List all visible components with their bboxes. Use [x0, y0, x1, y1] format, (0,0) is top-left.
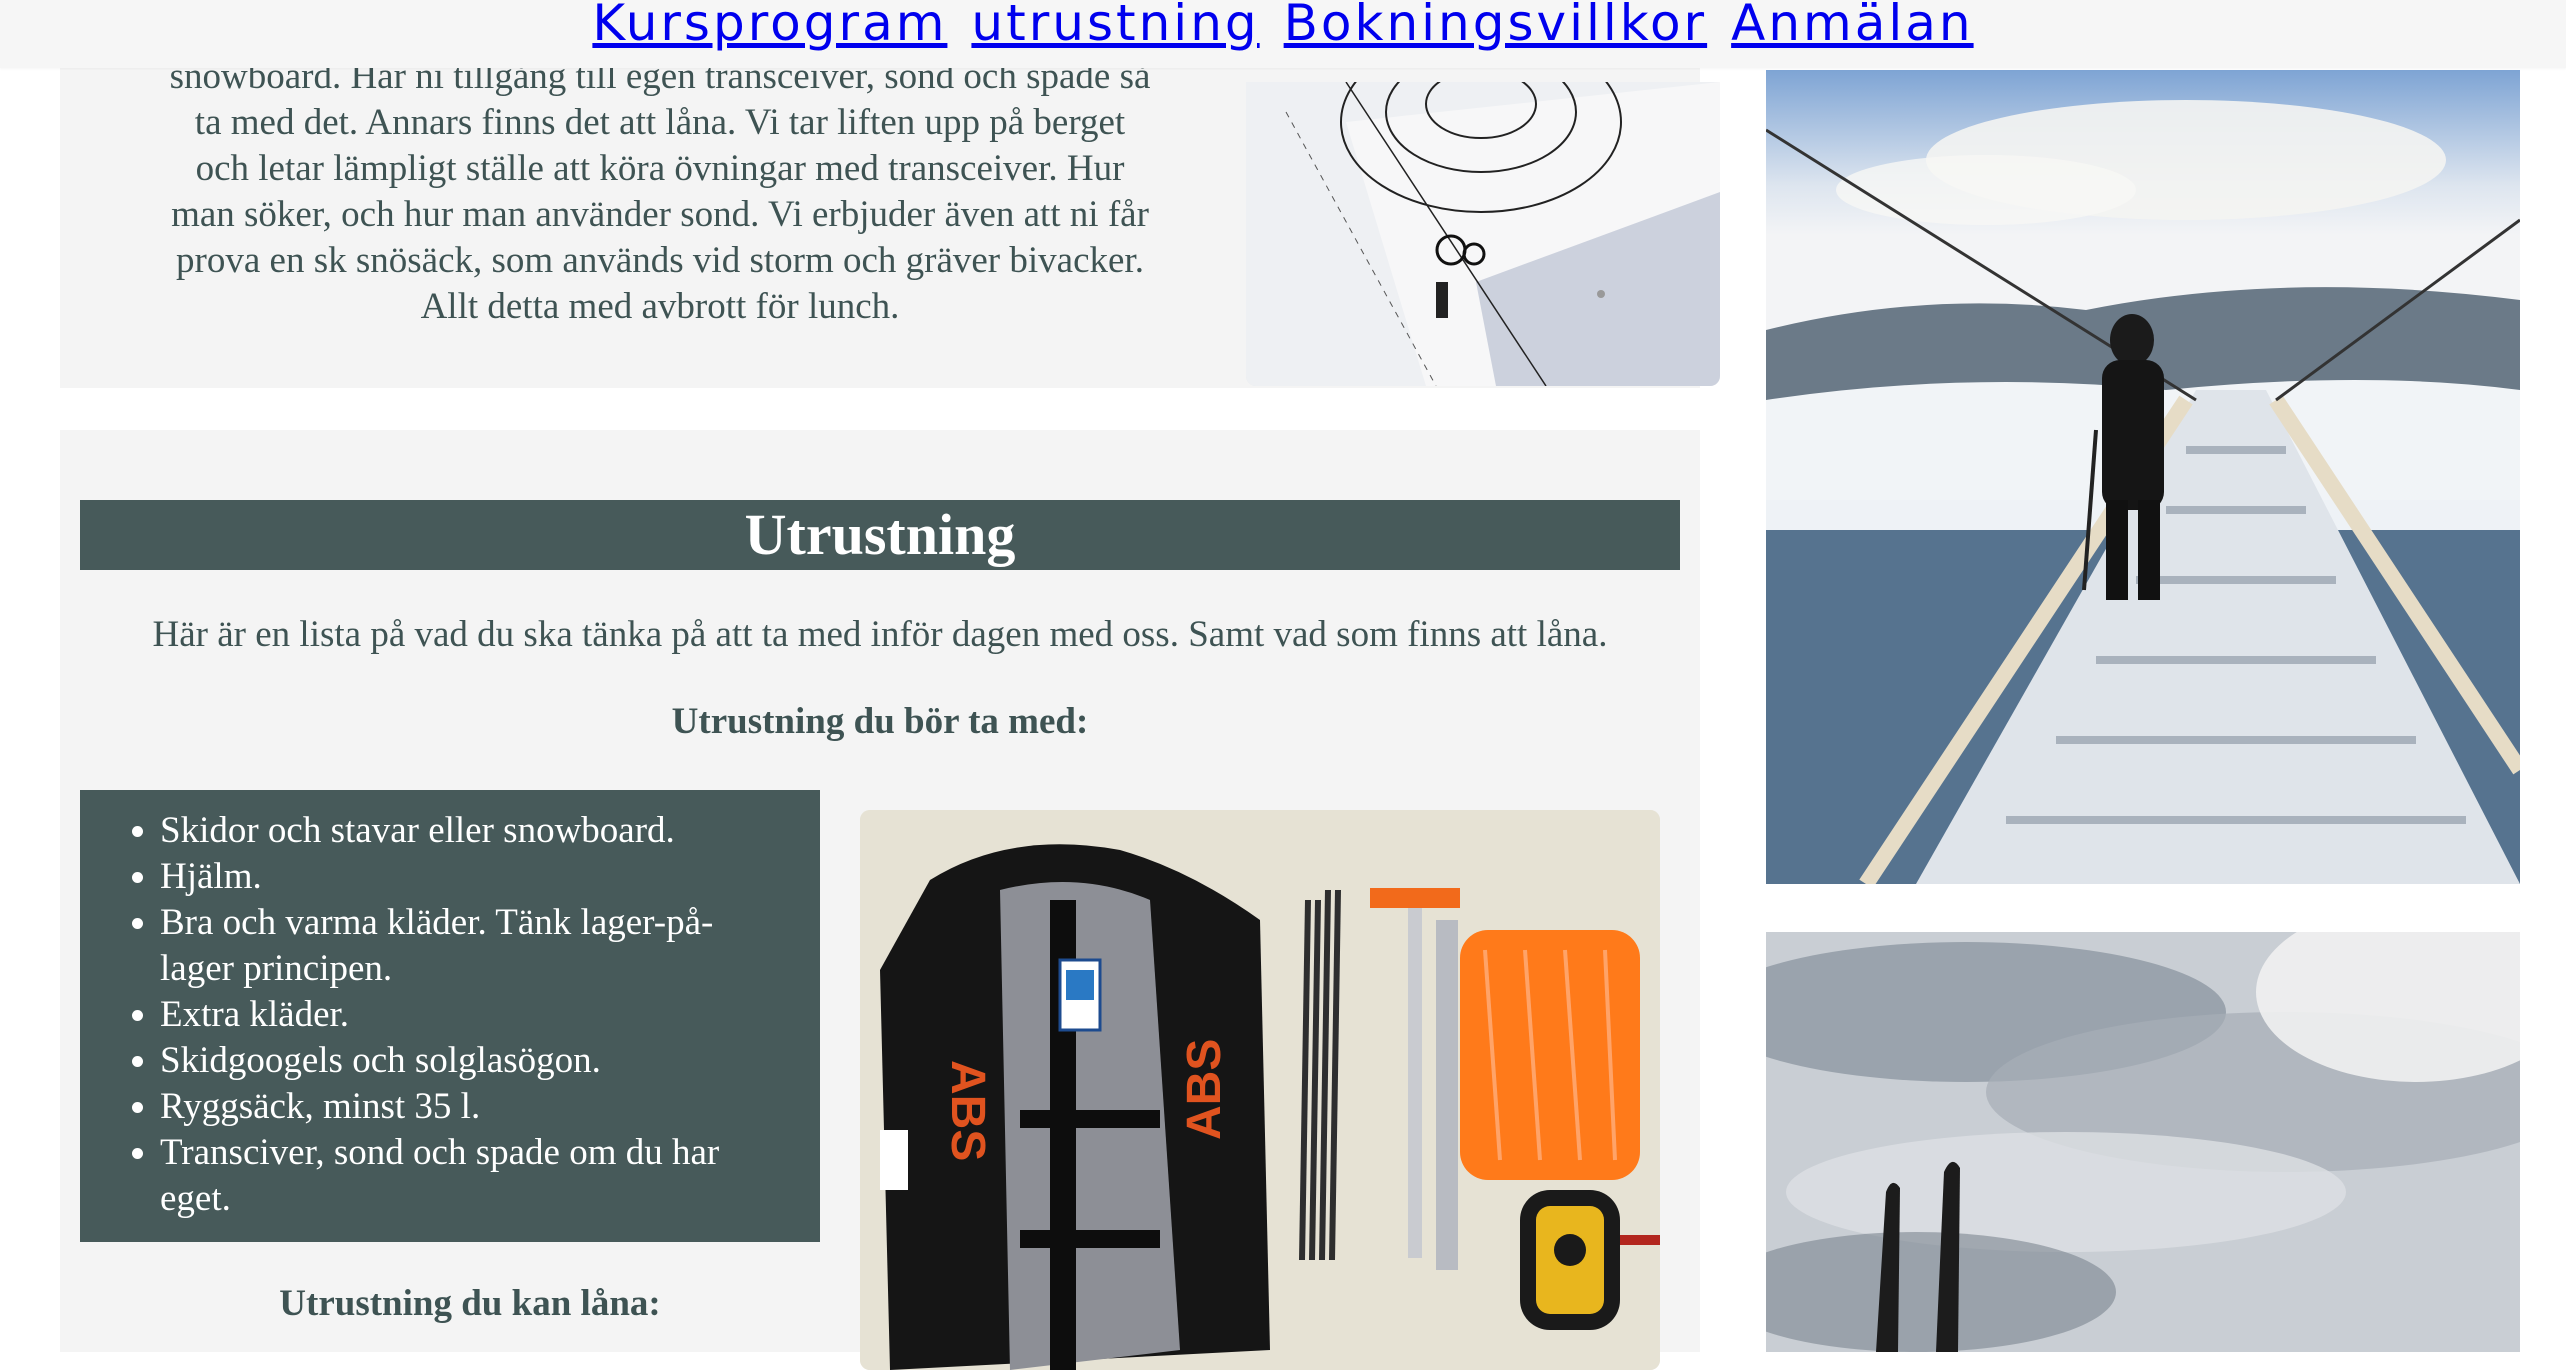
list-item: Skidor och stavar eller snowboard.	[160, 808, 780, 854]
equipment-lead-text: Här är en lista på vad du ska tänka på a…	[152, 614, 1608, 655]
backpack-brand-left: ABS	[941, 1060, 994, 1161]
list-item: Extra kläder.	[160, 992, 780, 1038]
description-line: man söker, och hur man använder sond. Vi…	[171, 194, 1149, 235]
nav-link-kursprogram[interactable]: Kursprogram	[592, 0, 947, 48]
borrow-equipment-heading: Utrustning du kan låna:	[279, 1283, 661, 1324]
bring-equipment-list: Skidor och stavar eller snowboard. Hjälm…	[80, 808, 820, 1222]
nav-link-anmalan[interactable]: Anmälan	[1731, 0, 1973, 48]
nav-link-utrustning[interactable]: utrustning	[971, 0, 1259, 48]
avalanche-gear-photo: ABS ABS	[860, 810, 1660, 1370]
description-line: och letar lämpligt ställe att köra övnin…	[195, 148, 1125, 189]
description-line: prova en sk snösäck, som används vid sto…	[176, 240, 1144, 281]
course-description-panel: snowboard. Har ni tillgång till egen tra…	[60, 40, 1720, 388]
list-item: Hjälm.	[160, 854, 780, 900]
course-description-text: snowboard. Har ni tillgång till egen tra…	[100, 54, 1220, 330]
top-navigation: Kursprogram utrustning Bokningsvillkor A…	[0, 0, 2566, 68]
equipment-heading: Utrustning	[80, 500, 1680, 570]
list-item: Bra och varma kläder. Tänk lager-på-lage…	[160, 900, 780, 992]
bring-equipment-heading: Utrustning du bör ta med:	[671, 701, 1089, 742]
ski-bridge-photo	[1766, 70, 2520, 884]
list-item: Ryggsäck, minst 35 l.	[160, 1084, 780, 1130]
list-item: Skidgoogels och solglasögon.	[160, 1038, 780, 1084]
description-line: Allt detta med avbrott för lunch.	[420, 286, 900, 327]
list-item: Transciver, sond och spade om du har ege…	[160, 1130, 780, 1222]
nav-link-bokningsvillkor[interactable]: Bokningsvillkor	[1284, 0, 1708, 48]
ski-tips-clouds-photo	[1766, 932, 2520, 1352]
backpack-brand-right: ABS	[1178, 1039, 1231, 1140]
transceiver-training-photo	[1246, 82, 1720, 386]
bring-equipment-list-box: Skidor och stavar eller snowboard. Hjälm…	[80, 790, 820, 1242]
description-line: ta med det. Annars finns det att låna. V…	[194, 102, 1126, 143]
